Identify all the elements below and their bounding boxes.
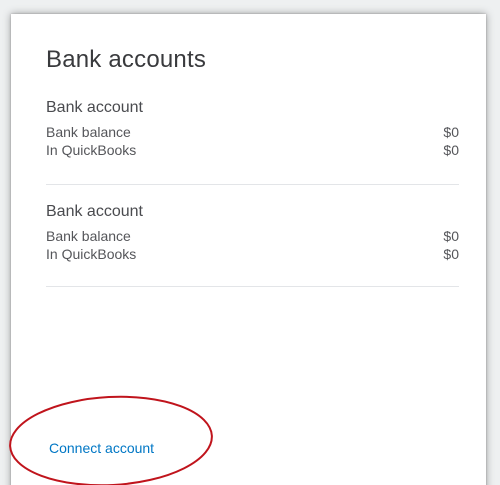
account-name: Bank account: [46, 203, 143, 220]
quickbooks-balance-value: $0: [443, 142, 459, 158]
quickbooks-balance-value: $0: [443, 246, 459, 262]
screenshot-stage: Bank accounts Bank account Bank balance …: [0, 0, 500, 485]
account-name: Bank account: [46, 99, 143, 116]
quickbooks-balance-row: In QuickBooks $0: [46, 245, 459, 263]
bank-balance-label: Bank balance: [46, 228, 131, 244]
card-title: Bank accounts: [46, 46, 207, 73]
bank-balance-value: $0: [443, 228, 459, 244]
quickbooks-balance-label: In QuickBooks: [46, 142, 137, 158]
bank-balance-value: $0: [443, 124, 459, 140]
bank-balance-label: Bank balance: [46, 124, 131, 140]
bank-account-entry[interactable]: Bank account Bank balance $0 In QuickBoo…: [46, 98, 459, 185]
bank-account-entry[interactable]: Bank account Bank balance $0 In QuickBoo…: [46, 202, 459, 287]
bank-accounts-card: Bank accounts Bank account Bank balance …: [11, 14, 486, 485]
quickbooks-balance-row: In QuickBooks $0: [46, 141, 459, 159]
quickbooks-balance-label: In QuickBooks: [46, 246, 137, 262]
connect-account-link[interactable]: Connect account: [49, 440, 154, 456]
bank-balance-row: Bank balance $0: [46, 227, 459, 245]
bank-balance-row: Bank balance $0: [46, 123, 459, 141]
